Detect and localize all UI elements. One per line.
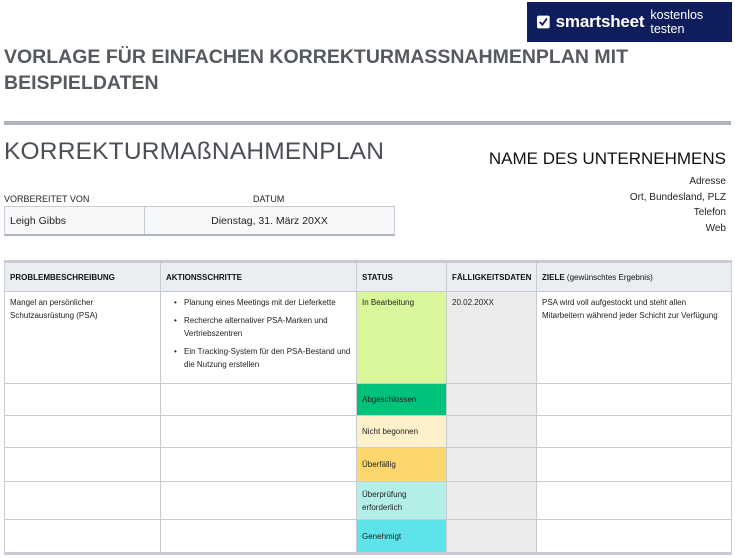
goals-cell[interactable] xyxy=(536,447,732,482)
due-date-cell[interactable] xyxy=(446,447,537,482)
problem-cell[interactable] xyxy=(4,519,161,555)
table-row: Überfällig xyxy=(4,447,732,482)
document-title: VORLAGE FÜR EINFACHEN KORREKTURMASSNAHME… xyxy=(4,46,628,94)
goals-cell[interactable] xyxy=(536,481,732,520)
company-name: NAME DES UNTERNEHMENS xyxy=(488,149,726,168)
status-cell[interactable]: In Bearbeitung xyxy=(356,291,447,384)
company-web: Web xyxy=(705,223,726,234)
actions-cell[interactable] xyxy=(160,481,357,520)
table-row: Überprüfung erforderlich xyxy=(4,481,732,520)
header-goals: ZIELE (gewünschtes Ergebnis) xyxy=(536,260,732,292)
actions-cell[interactable]: Planung eines Meetings mit der Lieferket… xyxy=(160,291,357,384)
due-date-cell[interactable] xyxy=(446,519,537,555)
status-cell[interactable]: Abgeschlossen xyxy=(356,383,447,416)
problem-cell[interactable] xyxy=(4,447,161,482)
goals-cell[interactable] xyxy=(536,383,732,416)
smartsheet-banner[interactable]: smartsheet kostenlos testen xyxy=(527,2,732,42)
status-cell[interactable]: Nicht begonnen xyxy=(356,415,447,448)
problem-cell[interactable] xyxy=(4,383,161,416)
header-due: FÄLLIGKEITSDATEN xyxy=(446,260,537,292)
action-steps-list: Planung eines Meetings mit der Lieferket… xyxy=(166,296,351,371)
header-actions: AKTIONSSCHRITTE xyxy=(160,260,357,292)
goals-cell[interactable] xyxy=(536,415,732,448)
company-city: Ort, Bundesland, PLZ xyxy=(629,192,726,203)
smartsheet-check-icon xyxy=(537,15,550,29)
header-goals-sub: (gewünschtes Ergebnis) xyxy=(566,272,653,282)
prepared-info-box: Leigh Gibbs Dienstag, 31. März 20XX xyxy=(4,206,395,236)
table-row: Genehmigt xyxy=(4,519,732,555)
due-date-cell[interactable] xyxy=(446,415,537,448)
corrective-action-table: PROBLEMBESCHREIBUNG AKTIONSSCHRITTE STAT… xyxy=(4,260,732,555)
goals-cell[interactable]: PSA wird voll aufgestockt und steht alle… xyxy=(536,291,732,384)
title-divider xyxy=(4,121,731,125)
banner-cta[interactable]: kostenlos testen xyxy=(650,8,732,36)
problem-cell[interactable]: Mangel an persönlicher Schutzausrüstung … xyxy=(4,291,161,384)
problem-cell[interactable] xyxy=(4,415,161,448)
status-cell[interactable]: Überfällig xyxy=(356,447,447,482)
header-problem: PROBLEMBESCHREIBUNG xyxy=(4,260,161,292)
prepared-by-field[interactable]: Leigh Gibbs xyxy=(5,207,145,234)
header-goals-label: ZIELE xyxy=(542,272,565,282)
due-date-cell[interactable] xyxy=(446,383,537,416)
action-step: Ein Tracking-System für den PSA-Bestand … xyxy=(174,345,351,371)
problem-cell[interactable] xyxy=(4,481,161,520)
plan-title: KORREKTURMAßNAHMENPLAN xyxy=(4,138,385,165)
table-row: Mangel an persönlicher Schutzausrüstung … xyxy=(4,291,732,384)
action-step: Recherche alternativer PSA-Marken und Ve… xyxy=(174,314,351,340)
company-phone: Telefon xyxy=(693,207,726,218)
goals-cell[interactable] xyxy=(536,519,732,555)
table-row: Abgeschlossen xyxy=(4,383,732,416)
actions-cell[interactable] xyxy=(160,383,357,416)
action-step: Planung eines Meetings mit der Lieferket… xyxy=(174,296,351,309)
table-header-row: PROBLEMBESCHREIBUNG AKTIONSSCHRITTE STAT… xyxy=(4,260,732,292)
prepared-by-label: VORBEREITET VON xyxy=(4,194,90,204)
actions-cell[interactable] xyxy=(160,519,357,555)
actions-cell[interactable] xyxy=(160,447,357,482)
company-address: Adresse xyxy=(689,176,726,187)
status-cell[interactable]: Überprüfung erforderlich xyxy=(356,481,447,520)
date-label: DATUM xyxy=(253,194,285,204)
header-status: STATUS xyxy=(356,260,447,292)
status-cell[interactable]: Genehmigt xyxy=(356,519,447,555)
actions-cell[interactable] xyxy=(160,415,357,448)
due-date-cell[interactable] xyxy=(446,481,537,520)
table-row: Nicht begonnen xyxy=(4,415,732,448)
due-date-cell[interactable]: 20.02.20XX xyxy=(446,291,537,384)
date-field[interactable]: Dienstag, 31. März 20XX xyxy=(145,207,394,234)
banner-brand: smartsheet xyxy=(555,12,645,31)
